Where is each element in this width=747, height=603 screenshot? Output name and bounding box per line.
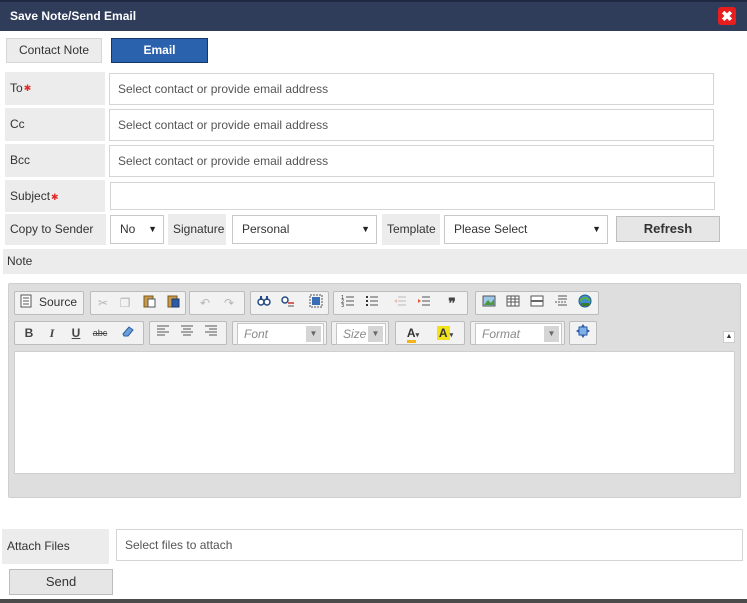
size-select[interactable]: Size ▼: [336, 323, 386, 345]
format-placeholder: Format: [482, 327, 521, 341]
subject-input[interactable]: [110, 182, 715, 210]
tab-contact-note[interactable]: Contact Note: [6, 38, 102, 63]
italic-icon[interactable]: I: [42, 324, 62, 342]
template-select[interactable]: Please Select ▼: [444, 215, 608, 244]
strikethrough-icon[interactable]: abc: [90, 324, 110, 342]
cut-icon[interactable]: ✂: [93, 294, 113, 312]
chevron-down-icon: ▼: [368, 326, 383, 342]
redo-icon[interactable]: ↷: [219, 294, 239, 312]
align-center-icon[interactable]: [177, 324, 197, 342]
to-label-text: To: [10, 81, 23, 95]
numbered-list-icon[interactable]: 123: [338, 294, 358, 312]
note-label: Note: [3, 249, 747, 274]
copy-to-sender-label: Copy to Sender: [5, 214, 106, 245]
close-icon[interactable]: ✖: [718, 7, 736, 25]
paste-icon[interactable]: [139, 294, 159, 312]
chevron-down-icon: ▼: [148, 224, 157, 234]
chevron-down-icon: ▼: [544, 326, 559, 342]
font-placeholder: Font: [244, 327, 269, 341]
maximize-group: [569, 321, 597, 345]
undo-icon[interactable]: ↶: [195, 294, 215, 312]
source-button[interactable]: Source: [39, 295, 77, 309]
text-color-icon[interactable]: A▾: [399, 324, 427, 343]
image-icon[interactable]: [479, 294, 499, 312]
page-break-icon[interactable]: [551, 294, 571, 312]
horizontal-line-icon[interactable]: [527, 294, 547, 312]
list-group: 123 ❞: [333, 291, 468, 315]
copy-to-sender-value: No: [120, 222, 136, 236]
subject-label: Subject✱: [5, 180, 105, 212]
align-left-icon[interactable]: [153, 324, 173, 342]
undo-group: ↶ ↷: [189, 291, 245, 315]
font-group: Font ▼: [232, 321, 327, 345]
size-group: Size ▼: [331, 321, 389, 345]
note-body-editor[interactable]: [14, 351, 735, 474]
table-icon[interactable]: [503, 294, 523, 312]
attach-files-label: Attach Files: [2, 529, 109, 564]
align-right-icon[interactable]: [201, 324, 221, 342]
source-icon[interactable]: [18, 294, 34, 312]
bcc-field[interactable]: Select contact or provide email address: [109, 145, 714, 177]
to-field[interactable]: Select contact or provide email address: [109, 73, 714, 105]
header-stripe: [0, 0, 747, 2]
background-color-icon[interactable]: A ▾: [431, 324, 459, 342]
chevron-down-icon: ▼: [306, 326, 321, 342]
chevron-down-icon: ▼: [361, 224, 370, 234]
bottom-border: [0, 599, 747, 603]
font-select[interactable]: Font ▼: [237, 323, 324, 345]
dialog-title: Save Note/Send Email: [10, 9, 137, 23]
signature-label: Signature: [168, 214, 226, 245]
clipboard-group: ✂ ❐: [90, 291, 186, 315]
copy-icon[interactable]: ❐: [115, 294, 135, 312]
to-label: To✱: [5, 72, 105, 105]
bulleted-list-icon[interactable]: [362, 294, 382, 312]
align-group: [149, 321, 227, 345]
chevron-down-icon: ▼: [592, 224, 601, 234]
send-button[interactable]: Send: [9, 569, 113, 595]
source-group: Source: [14, 291, 84, 315]
select-all-icon[interactable]: [306, 294, 326, 312]
template-label: Template: [382, 214, 440, 245]
svg-text:3: 3: [341, 303, 344, 308]
underline-icon[interactable]: U: [66, 324, 86, 342]
blockquote-icon[interactable]: ❞: [442, 294, 462, 312]
find-group: [250, 291, 329, 315]
signature-select[interactable]: Personal ▼: [232, 215, 377, 244]
indent-icon[interactable]: [414, 294, 434, 312]
find-icon[interactable]: [254, 294, 274, 312]
replace-icon[interactable]: [278, 294, 298, 312]
collapse-toolbar-icon[interactable]: ▲: [723, 331, 735, 343]
copy-to-sender-select[interactable]: No ▼: [110, 215, 164, 244]
cc-field[interactable]: Select contact or provide email address: [109, 109, 714, 141]
template-value: Please Select: [454, 222, 528, 236]
rich-text-editor: Source ✂ ❐ ↶ ↷ 123 ❞ B I U abc Font ▼ Si…: [8, 283, 741, 498]
cc-label: Cc: [5, 108, 105, 141]
size-placeholder: Size: [343, 327, 367, 341]
style-group: B I U abc: [14, 321, 144, 345]
outdent-icon[interactable]: [390, 294, 410, 312]
bcc-label: Bcc: [5, 144, 105, 177]
link-icon[interactable]: [575, 294, 595, 312]
required-icon: ✱: [51, 191, 59, 202]
tab-email[interactable]: Email: [111, 38, 208, 63]
signature-value: Personal: [242, 222, 290, 236]
required-icon: ✱: [23, 83, 32, 94]
paste-word-icon[interactable]: [163, 294, 183, 312]
format-group: Format ▼: [470, 321, 565, 345]
refresh-button[interactable]: Refresh: [616, 216, 720, 242]
insert-group: [475, 291, 599, 315]
maximize-icon[interactable]: [573, 324, 593, 342]
attach-files-field[interactable]: Select files to attach: [116, 529, 743, 561]
color-group: A▾ A ▾: [395, 321, 465, 345]
format-select[interactable]: Format ▼: [475, 323, 562, 345]
remove-format-icon[interactable]: [118, 324, 138, 342]
bold-icon[interactable]: B: [19, 324, 39, 342]
dialog-header: Save Note/Send Email ✖: [0, 0, 747, 31]
subject-label-text: Subject: [10, 189, 51, 203]
